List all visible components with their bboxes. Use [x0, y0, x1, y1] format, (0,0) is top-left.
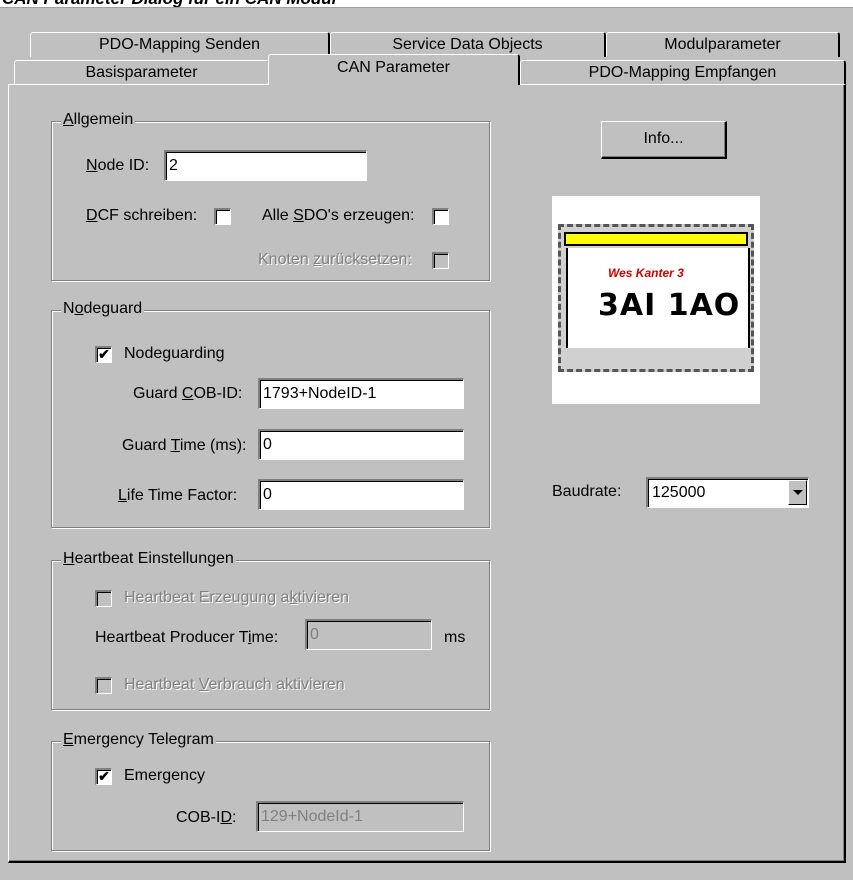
module-model-label: 3AI 1AO: [598, 288, 741, 323]
heartbeat-producer-checkbox[interactable]: [95, 590, 112, 607]
module-image: Wes Kanter 3 3AI 1AO: [552, 196, 760, 404]
info-button[interactable]: Info...: [601, 121, 727, 159]
group-allgemein-title: Allgemein: [61, 111, 136, 129]
tab-basisparameter[interactable]: Basisparameter: [14, 60, 270, 85]
nodeguarding-checkbox[interactable]: ✔: [95, 346, 112, 363]
guard-cob-id-field[interactable]: 1793+NodeID-1: [258, 378, 464, 409]
group-emergency: [51, 741, 490, 851]
group-nodeguard-title: Nodeguard: [61, 300, 145, 318]
guard-cob-id-label: Guard COB-ID:: [133, 385, 243, 402]
emergency-cob-id-label: COB-ID:: [176, 809, 237, 826]
dcf-schreiben-checkbox[interactable]: [214, 208, 231, 225]
heartbeat-consumer-label: Heartbeat Verbrauch aktivieren: [124, 676, 345, 693]
group-emergency-title: Emergency Telegram: [61, 731, 216, 749]
module-status-bar: [564, 232, 748, 246]
heartbeat-producer-time-unit: ms: [444, 629, 466, 646]
life-time-factor-label: Life Time Factor:: [118, 487, 238, 504]
baudrate-select[interactable]: 125000: [646, 477, 809, 508]
alle-sdo-label: Alle SDO's erzeugen:: [262, 207, 415, 224]
tab-can-parameter[interactable]: CAN Parameter: [268, 54, 520, 85]
emergency-cob-id-field[interactable]: 129+NodeId-1: [256, 801, 464, 832]
tab-modulparameter[interactable]: Modulparameter: [606, 32, 840, 57]
knoten-zuruecksetzen-label: Knoten zurücksetzen:: [258, 251, 412, 268]
node-id-field[interactable]: 2: [164, 150, 367, 181]
emergency-label: Emergency: [124, 767, 205, 784]
life-time-factor-field[interactable]: 0: [258, 479, 464, 510]
heartbeat-producer-time-field[interactable]: 0: [305, 619, 432, 650]
tab-pdo-mapping-empfangen[interactable]: PDO-Mapping Empfangen: [520, 60, 846, 85]
guard-time-field[interactable]: 0: [258, 429, 464, 460]
dcf-schreiben-label: DCF schreiben:: [86, 207, 198, 224]
baudrate-label: Baudrate:: [552, 483, 622, 500]
baudrate-value: 125000: [652, 484, 706, 501]
chevron-down-icon[interactable]: [788, 480, 807, 505]
guard-time-label: Guard Time (ms):: [122, 437, 247, 454]
module-brand-logo: Wes Kanter 3: [608, 266, 684, 280]
heartbeat-producer-label: Heartbeat Erzeugung aktivieren: [124, 589, 350, 606]
heartbeat-consumer-checkbox[interactable]: [95, 677, 112, 694]
nodeguarding-label: Nodeguarding: [124, 345, 225, 362]
node-id-label: Node ID:: [86, 157, 150, 174]
group-heartbeat-title: Heartbeat Einstellungen: [61, 550, 236, 568]
alle-sdo-checkbox[interactable]: [432, 208, 449, 225]
knoten-zuruecksetzen-checkbox[interactable]: [432, 252, 449, 269]
heartbeat-producer-time-label: Heartbeat Producer Time:: [95, 629, 279, 646]
emergency-checkbox[interactable]: ✔: [95, 768, 112, 785]
